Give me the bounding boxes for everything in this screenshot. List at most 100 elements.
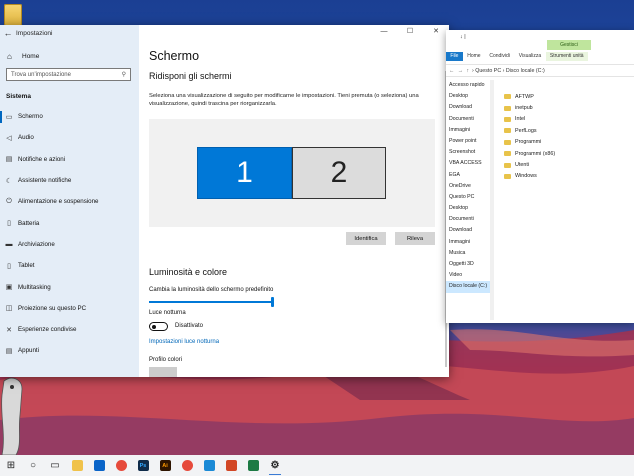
- list-item[interactable]: PerfLogs: [504, 125, 555, 136]
- sidebar-item-notifications[interactable]: ▤ Notifiche e azioni: [0, 149, 139, 170]
- minimize-icon[interactable]: —: [371, 25, 397, 39]
- folder-name: Intel: [515, 116, 526, 123]
- list-item[interactable]: Windows: [504, 171, 555, 182]
- folder-name: inetpub: [515, 105, 533, 112]
- maximize-icon[interactable]: ☐: [397, 25, 423, 39]
- detect-button[interactable]: Rileva: [395, 232, 435, 245]
- excel-icon: [247, 460, 259, 471]
- sidebar-item-monitor[interactable]: ▭ Schermo: [0, 106, 139, 127]
- tree-item[interactable]: OneDrive: [446, 181, 490, 192]
- contextual-tab[interactable]: Gestisci: [547, 40, 591, 50]
- taskbar-button[interactable]: [198, 455, 220, 476]
- back-arrow-icon[interactable]: ←: [0, 28, 16, 38]
- powerpoint-icon: [225, 460, 237, 471]
- taskbar-button[interactable]: ▭: [44, 455, 66, 476]
- storage-icon: ▬: [5, 240, 13, 248]
- sidebar-item-label: Appunti: [18, 347, 39, 355]
- tree-item[interactable]: VBA ACCESS: [446, 158, 490, 169]
- tree-item[interactable]: Accesso rapido: [446, 80, 490, 91]
- taskbar-button[interactable]: [66, 455, 88, 476]
- tree-item[interactable]: Screenshot: [446, 147, 490, 158]
- nav-arrows-icon[interactable]: ← → ↑: [446, 68, 472, 74]
- tree-item[interactable]: Documenti: [446, 214, 490, 225]
- home-link[interactable]: ⌂ Home: [0, 47, 139, 65]
- search-input[interactable]: Trova un'impostazione ⚲: [6, 68, 131, 81]
- edge-icon: [203, 460, 215, 471]
- folder-name: Utenti: [515, 162, 530, 169]
- tree-item[interactable]: Desktop: [446, 91, 490, 102]
- taskbar-button[interactable]: [176, 455, 198, 476]
- ribbon-tab[interactable]: Visualizza: [514, 52, 545, 61]
- address-bar[interactable]: ← → ↑ › Questo PC › Disco locale (C:): [446, 64, 634, 77]
- taskbar-button[interactable]: ⊞: [0, 455, 22, 476]
- tree-item[interactable]: Questo PC: [446, 192, 490, 203]
- sidebar-item-shared[interactable]: ✕ Esperienze condivise: [0, 319, 139, 340]
- taskbar-button[interactable]: ○: [22, 455, 44, 476]
- tree-item[interactable]: Download: [446, 102, 490, 113]
- identify-button[interactable]: Identifica: [346, 232, 386, 245]
- tree-item[interactable]: Documenti: [446, 114, 490, 125]
- folder-icon: [504, 173, 511, 179]
- ribbon-tab[interactable]: Condividi: [485, 52, 514, 61]
- sidebar-item-label: Tablet: [18, 262, 35, 270]
- section-title: Sistema: [6, 93, 31, 100]
- tree-item[interactable]: Download: [446, 225, 490, 236]
- ribbon-tab[interactable]: Strumenti unità: [545, 52, 588, 61]
- ribbon-tab[interactable]: File: [446, 52, 463, 61]
- slider-track: [149, 301, 274, 303]
- monitor-2[interactable]: 2: [292, 147, 386, 199]
- taskbar-button[interactable]: [88, 455, 110, 476]
- sidebar-item-storage[interactable]: ▬ Archiviazione: [0, 234, 139, 255]
- sidebar-item-moon[interactable]: ☾ Assistente notifiche: [0, 170, 139, 191]
- sidebar-item-label: Audio: [18, 134, 34, 142]
- taskbar-button[interactable]: ⚙: [264, 455, 286, 476]
- list-item[interactable]: AFTWP: [504, 91, 555, 102]
- brightness-label: Cambia la luminosità dello schermo prede…: [149, 287, 274, 293]
- sidebar-item-tablet[interactable]: ▯ Tablet: [0, 255, 139, 276]
- settings-titlebar: ← Impostazioni: [0, 25, 139, 41]
- monitor-1[interactable]: 1: [197, 147, 292, 199]
- sidebar-item-power[interactable]: ⏻ Alimentazione e sospensione: [0, 191, 139, 212]
- tree-item[interactable]: Desktop: [446, 203, 490, 214]
- tree-item[interactable]: Power point: [446, 136, 490, 147]
- sidebar-item-speaker[interactable]: ◁ Audio: [0, 127, 139, 148]
- taskbar-button[interactable]: [220, 455, 242, 476]
- brightness-slider[interactable]: [149, 297, 274, 307]
- tree-item[interactable]: Immagini: [446, 125, 490, 136]
- list-item[interactable]: inetpub: [504, 102, 555, 113]
- list-item[interactable]: Programmi (x86): [504, 148, 555, 159]
- taskbar: ⊞ ○ ▭ Ps Ai ⚙: [0, 455, 634, 476]
- sidebar-item-label: Proiezione su questo PC: [18, 304, 87, 312]
- sidebar-item-projection[interactable]: ◫ Proiezione su questo PC: [0, 298, 139, 319]
- taskbar-button[interactable]: [110, 455, 132, 476]
- night-light-toggle[interactable]: [149, 322, 168, 331]
- sidebar-item-label: Batteria: [18, 219, 40, 227]
- tree-item[interactable]: Immagini: [446, 237, 490, 248]
- color-profile-dropdown[interactable]: [149, 367, 177, 377]
- slider-thumb[interactable]: [271, 297, 274, 307]
- taskbar-button[interactable]: Ps: [132, 455, 154, 476]
- desktop-folder-icon[interactable]: [4, 4, 22, 26]
- illustrator-icon: Ai: [159, 460, 171, 471]
- taskbar-button[interactable]: [242, 455, 264, 476]
- sidebar-item-multitasking[interactable]: ▣ Multitasking: [0, 276, 139, 297]
- start-icon: ⊞: [6, 460, 16, 471]
- list-item[interactable]: Intel: [504, 114, 555, 125]
- explorer-title: ↓ |: [460, 34, 466, 40]
- list-item[interactable]: Programmi: [504, 137, 555, 148]
- ribbon-tab[interactable]: Home: [463, 52, 485, 61]
- taskbar-button[interactable]: Ai: [154, 455, 176, 476]
- tree-item[interactable]: Musica: [446, 248, 490, 259]
- sidebar-item-clipboard[interactable]: ▤ Appunti: [0, 340, 139, 361]
- sidebar-item-battery[interactable]: ▯ Batteria: [0, 212, 139, 233]
- settings-main: — ☐ ✕ Schermo Ridisponi gli schermi Sele…: [139, 25, 449, 377]
- window-title: Impostazioni: [16, 29, 53, 37]
- night-light-settings-link[interactable]: Impostazioni luce notturna: [149, 339, 219, 345]
- tree-item[interactable]: EGA: [446, 170, 490, 181]
- projection-icon: ◫: [5, 305, 13, 313]
- list-item[interactable]: Utenti: [504, 159, 555, 170]
- pane-splitter[interactable]: [490, 80, 494, 320]
- tree-item[interactable]: Video: [446, 270, 490, 281]
- tree-item[interactable]: Oggetti 3D: [446, 259, 490, 270]
- tree-item[interactable]: Disco locale (C:): [446, 281, 490, 293]
